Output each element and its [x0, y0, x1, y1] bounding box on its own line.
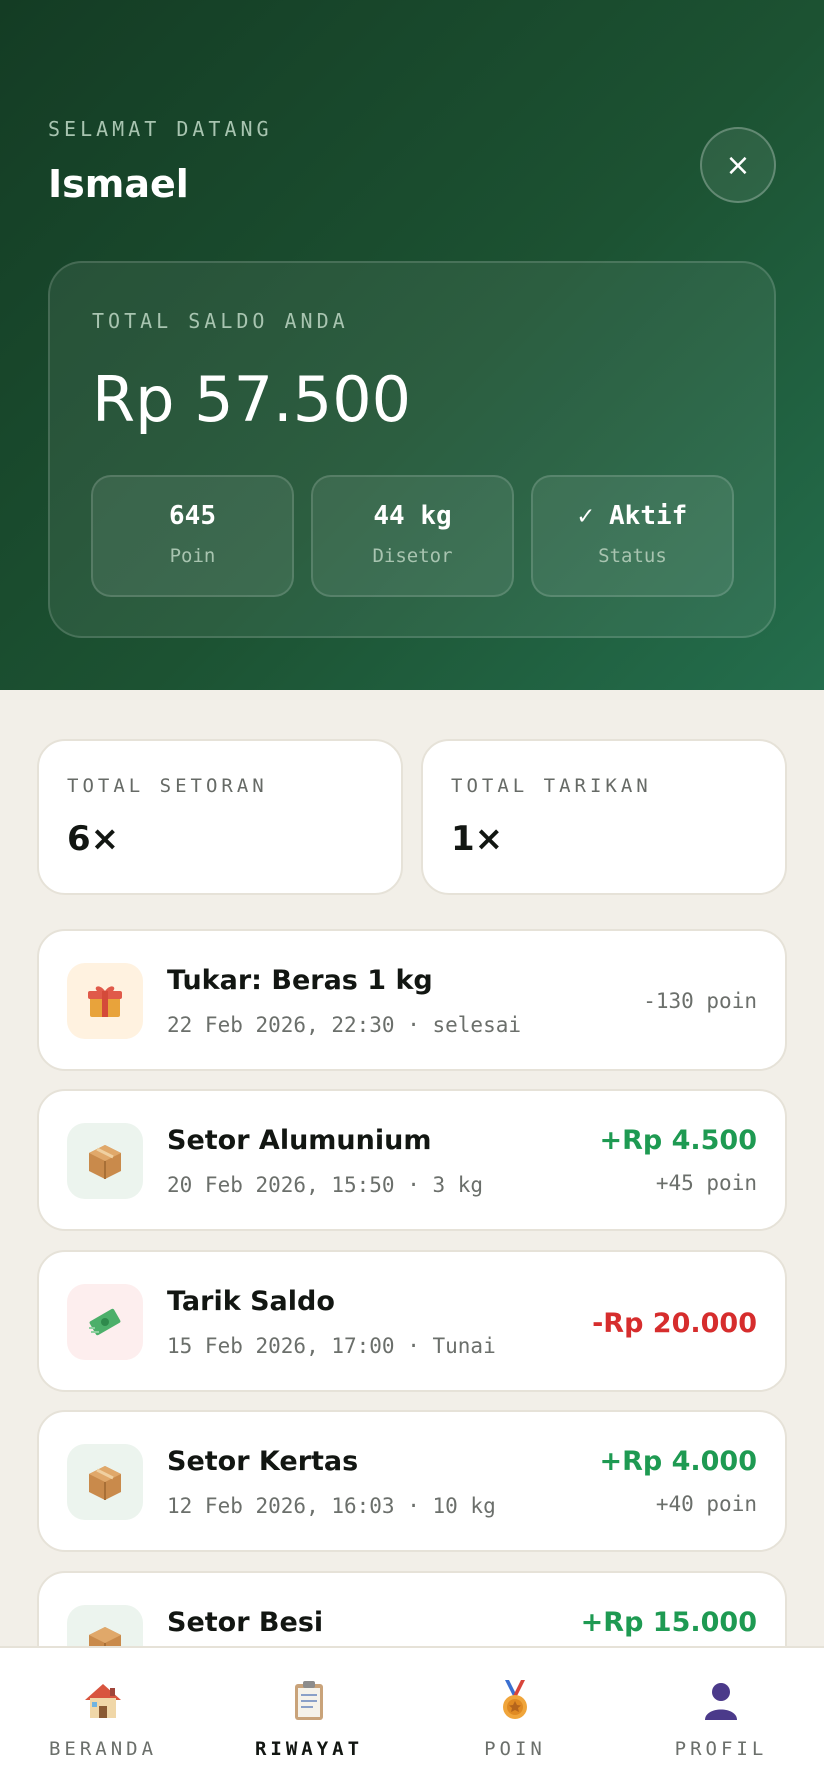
transaction-title: Tarik Saldo: [167, 1286, 335, 1317]
hero-header: SELAMAT DATANG Ismael × TOTAL SALDO ANDA…: [0, 0, 824, 690]
stat-label: Poin: [169, 545, 216, 567]
stat-value: ✓ Aktif: [577, 501, 688, 531]
nav-item-riwayat[interactable]: RIWAYAT: [206, 1676, 412, 1760]
gift-icon: [67, 963, 143, 1039]
medal-icon: [412, 1676, 618, 1724]
transaction-title: Setor Alumunium: [167, 1125, 432, 1156]
summary-deposits: TOTAL SETORAN 6×: [37, 739, 403, 895]
summary-label: TOTAL SETORAN: [67, 775, 268, 797]
close-button[interactable]: ×: [700, 127, 776, 203]
summary-value: 6×: [67, 819, 120, 859]
transaction-subtitle: 12 Feb 2026, 16:03 · 10 kg: [167, 1494, 496, 1518]
bottom-nav: BERANDA RIWAYAT POIN PROFIL: [0, 1646, 824, 1784]
money-icon: [67, 1284, 143, 1360]
transaction-amount: +Rp 4.000: [599, 1446, 757, 1477]
stat-value: 44 kg: [373, 501, 452, 531]
stat-label: Status: [598, 545, 667, 567]
transaction-title: Tukar: Beras 1 kg: [167, 965, 433, 996]
summary-label: TOTAL TARIKAN: [451, 775, 652, 797]
summary-withdrawals: TOTAL TARIKAN 1×: [421, 739, 787, 895]
transaction-amount: +Rp 4.500: [599, 1125, 757, 1156]
transaction-title: Setor Besi: [167, 1607, 324, 1638]
stat-label: Disetor: [372, 545, 453, 567]
summary-value: 1×: [451, 819, 504, 859]
balance-amount: Rp 57.500: [92, 363, 412, 436]
clipboard-icon: [206, 1676, 412, 1724]
nav-item-poin[interactable]: POIN: [412, 1676, 618, 1760]
stat-points: 645 Poin: [91, 475, 294, 597]
nav-item-beranda[interactable]: BERANDA: [0, 1676, 206, 1760]
stat-value: 645: [169, 501, 216, 531]
balance-card: TOTAL SALDO ANDA Rp 57.500 645 Poin 44 k…: [48, 261, 776, 638]
transaction-item[interactable]: Tukar: Beras 1 kg 22 Feb 2026, 22:30 · s…: [37, 929, 787, 1071]
transaction-subtitle: 22 Feb 2026, 22:30 · selesai: [167, 1013, 522, 1037]
transaction-amount: +Rp 15.000: [580, 1607, 757, 1638]
transaction-item[interactable]: Setor Kertas 12 Feb 2026, 16:03 · 10 kg …: [37, 1410, 787, 1552]
stat-status: ✓ Aktif Status: [531, 475, 734, 597]
transaction-subtitle: 20 Feb 2026, 15:50 · 3 kg: [167, 1173, 484, 1197]
package-icon: [67, 1123, 143, 1199]
transaction-points: +40 poin: [655, 1492, 757, 1516]
transaction-item[interactable]: Setor Alumunium 20 Feb 2026, 15:50 · 3 k…: [37, 1089, 787, 1231]
transaction-title: Setor Kertas: [167, 1446, 359, 1477]
balance-label: TOTAL SALDO ANDA: [92, 309, 349, 333]
welcome-label: SELAMAT DATANG: [48, 117, 273, 141]
nav-label: PROFIL: [674, 1738, 768, 1760]
nav-label: RIWAYAT: [254, 1738, 364, 1760]
nav-item-profil[interactable]: PROFIL: [618, 1676, 824, 1760]
nav-label: BERANDA: [48, 1738, 158, 1760]
transaction-amount: -Rp 20.000: [592, 1308, 757, 1339]
house-icon: [0, 1676, 206, 1724]
stat-deposited: 44 kg Disetor: [311, 475, 514, 597]
transaction-points: +45 poin: [655, 1171, 757, 1195]
transaction-item[interactable]: Tarik Saldo 15 Feb 2026, 17:00 · Tunai -…: [37, 1250, 787, 1392]
nav-label: POIN: [484, 1738, 546, 1760]
user-icon: [618, 1676, 824, 1724]
package-icon: [67, 1444, 143, 1520]
transaction-subtitle: 15 Feb 2026, 17:00 · Tunai: [167, 1334, 496, 1358]
close-icon: ×: [725, 147, 751, 183]
user-name: Ismael: [48, 162, 189, 206]
transaction-points: -130 poin: [643, 989, 757, 1013]
